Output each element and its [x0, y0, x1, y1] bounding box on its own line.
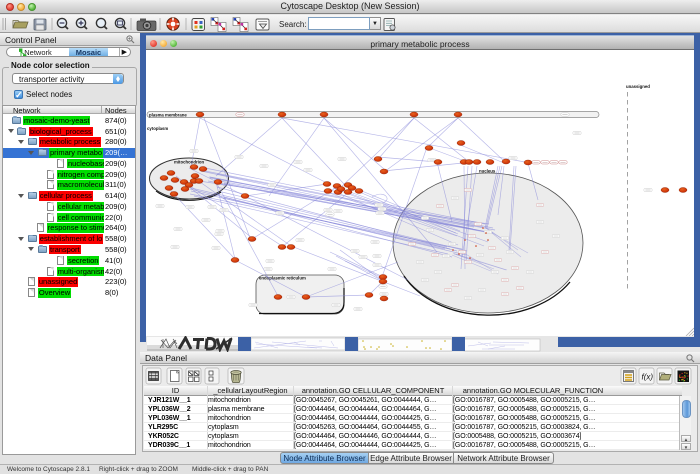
svg-text:plasma membrane: plasma membrane — [149, 112, 187, 117]
svg-text:unassigned: unassigned — [626, 84, 650, 89]
svg-text:f(x): f(x) — [642, 373, 654, 382]
svg-text:nucleus: nucleus — [479, 169, 496, 174]
svg-text:cytoplasm: cytoplasm — [147, 126, 168, 131]
svg-text:mitochondrion: mitochondrion — [174, 160, 204, 165]
